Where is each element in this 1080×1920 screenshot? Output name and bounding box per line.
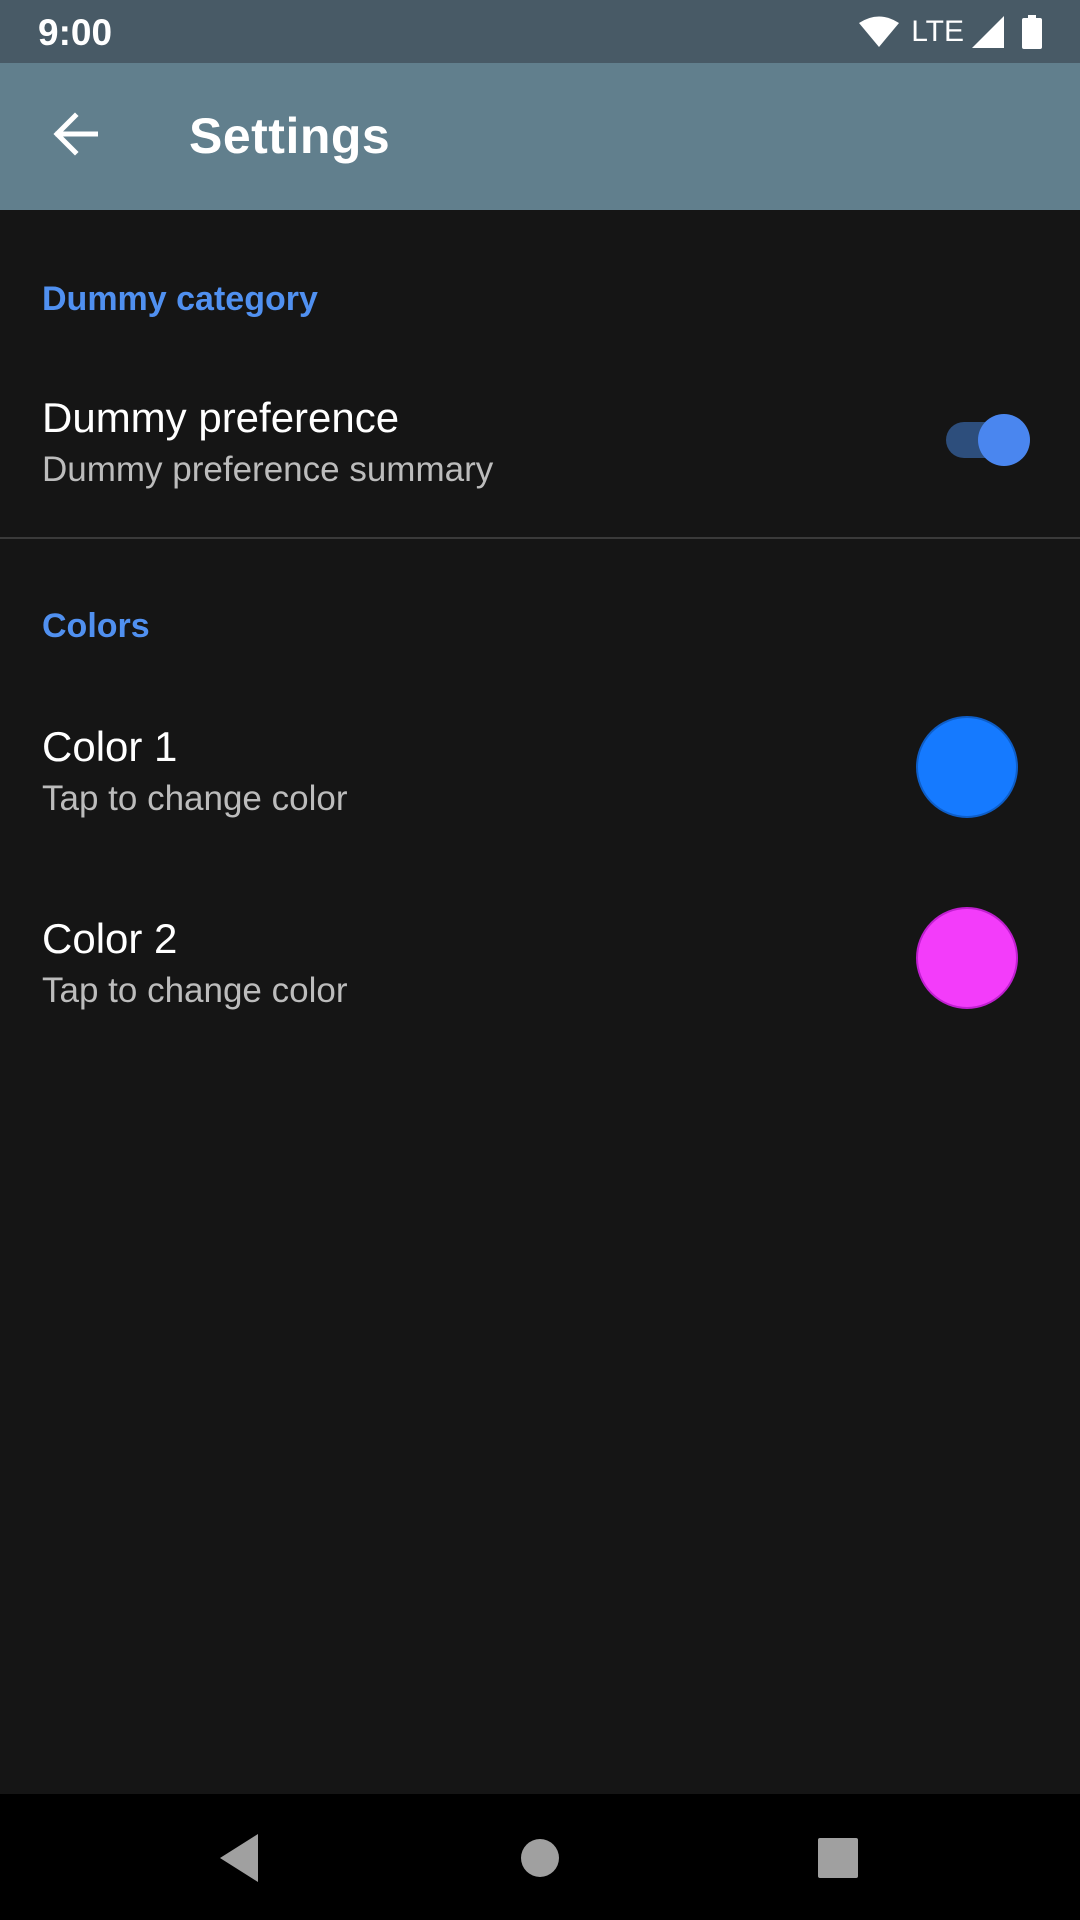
navigation-bar [0, 1794, 1080, 1920]
network-type-label: LTE [911, 15, 964, 48]
back-button[interactable] [38, 99, 112, 173]
category-title-colors: Colors [42, 607, 150, 645]
preference-summary: Tap to change color [42, 779, 348, 818]
color-2-swatch[interactable] [916, 907, 1018, 1009]
nav-back-button[interactable] [208, 1828, 268, 1888]
preference-title: Dummy preference [42, 394, 400, 441]
signal-icon [972, 16, 1004, 48]
preference-summary: Tap to change color [42, 971, 348, 1010]
color-1-swatch[interactable] [916, 716, 1018, 818]
nav-back-icon [208, 1834, 268, 1892]
nav-home-button[interactable] [510, 1828, 570, 1888]
category-divider [0, 537, 1080, 539]
nav-recents-icon [808, 1838, 868, 1892]
app-bar: Settings [0, 63, 1080, 210]
category-title-dummy: Dummy category [42, 280, 318, 318]
wifi-icon [859, 16, 900, 48]
switch-thumb [978, 414, 1030, 466]
preference-title: Color 2 [42, 915, 178, 962]
dummy-preference-switch[interactable] [944, 414, 1030, 466]
status-time: 9:00 [38, 12, 113, 53]
page-title: Settings [189, 108, 391, 164]
battery-icon [1022, 15, 1042, 49]
preference-summary: Dummy preference summary [42, 450, 494, 489]
preference-dummy[interactable]: Dummy preference Dummy preference summar… [0, 376, 1080, 506]
nav-home-icon [510, 1839, 570, 1892]
nav-recents-button[interactable] [808, 1828, 868, 1888]
preference-title: Color 1 [42, 723, 178, 770]
status-icons: LTE [859, 13, 1042, 51]
arrow-back-icon [52, 111, 99, 162]
status-bar: 9:00 LTE [0, 0, 1080, 63]
